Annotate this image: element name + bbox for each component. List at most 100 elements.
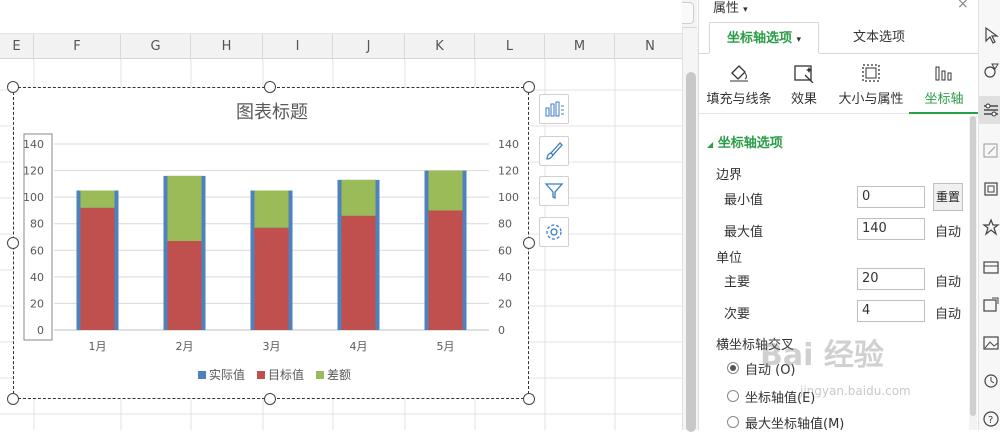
fill-bucket-icon (730, 65, 748, 82)
bar-difference[interactable] (341, 179, 376, 216)
resize-handle[interactable] (7, 81, 19, 93)
tab-text-options[interactable]: 文本选项 (824, 22, 934, 54)
max-value-input[interactable]: 140 (857, 218, 925, 240)
column-header[interactable]: K (405, 34, 475, 60)
resize-handle[interactable] (523, 81, 535, 93)
resize-handle[interactable] (523, 237, 535, 249)
help-icon[interactable]: ? (982, 410, 1000, 428)
major-auto-button[interactable]: 自动 (935, 271, 961, 290)
column-header[interactable]: L (475, 34, 545, 60)
y-tick-label: 0 (37, 324, 44, 337)
legend-label[interactable]: 目标值 (268, 367, 304, 382)
panel-scrollbar[interactable] (969, 116, 977, 430)
properties-sliders-icon[interactable] (982, 101, 1000, 119)
bounds-label: 边界 (716, 168, 743, 183)
bar-difference[interactable] (167, 175, 202, 241)
resize-handle[interactable] (7, 393, 19, 405)
y2-tick-label: 140 (498, 138, 519, 151)
axis-bars-icon (935, 66, 952, 81)
chart-settings-gear-icon[interactable] (539, 217, 569, 247)
x-tick-label: 3月 (263, 340, 281, 353)
minor-unit-input[interactable]: 4 (857, 300, 925, 322)
radio-max-axis-value[interactable] (727, 416, 739, 428)
spreadsheet-area[interactable]: E F G H I J K L M N 图表标题 0 0 20 20 40 40 60 60 (0, 0, 682, 430)
panel-scrollbar-thumb[interactable] (970, 116, 976, 416)
major-unit-input[interactable]: 20 (857, 268, 925, 290)
column-header[interactable]: I (263, 34, 333, 60)
image-icon[interactable] (982, 334, 1000, 352)
shapes-icon[interactable] (982, 62, 1000, 80)
box-icon[interactable] (982, 258, 1000, 276)
section-title: 坐标轴选项 (717, 136, 783, 151)
bar-target[interactable] (254, 227, 289, 330)
edit-icon[interactable] (982, 142, 1000, 160)
chart-style-brush-icon[interactable] (539, 136, 569, 166)
legend-label[interactable]: 实际值 (209, 367, 245, 382)
size-properties-icon (862, 64, 880, 82)
share-icon[interactable] (982, 296, 1000, 314)
min-label: 最小值 (724, 193, 764, 208)
major-label: 主要 (724, 275, 751, 290)
subtab-effects[interactable]: 效果 (769, 60, 839, 107)
y2-tick-label: 100 (498, 191, 519, 204)
chevron-down-icon: ▾ (796, 35, 802, 45)
column-header[interactable]: J (333, 34, 405, 60)
vertical-scrollbar[interactable] (682, 28, 698, 432)
min-value-input[interactable]: 0 (857, 186, 925, 208)
bar-target[interactable] (80, 207, 115, 330)
chart-container[interactable]: 图表标题 0 0 20 20 40 40 60 60 80 80 100 100 120 120 140 14… (13, 87, 529, 399)
minor-auto-button[interactable]: 自动 (935, 303, 961, 322)
subtab-label: 坐标轴 (924, 92, 964, 107)
bar-difference[interactable] (428, 170, 463, 211)
bar-difference[interactable] (254, 190, 289, 228)
history-icon[interactable] (982, 372, 1000, 390)
star-icon[interactable] (982, 218, 1000, 236)
units-label: 单位 (716, 251, 743, 266)
gallery-icon[interactable] (982, 180, 1000, 198)
resize-handle[interactable] (7, 237, 19, 249)
column-header[interactable]: M (545, 34, 615, 60)
column-header[interactable]: N (615, 34, 682, 60)
subtab-size-properties[interactable]: 大小与属性 (836, 60, 906, 107)
y2-tick-label: 0 (498, 324, 505, 337)
subtab-label: 大小与属性 (838, 92, 904, 107)
bar-difference[interactable] (80, 190, 115, 208)
scrollbar-thumb[interactable] (686, 72, 696, 432)
radio-auto[interactable] (727, 362, 739, 374)
bar-target[interactable] (167, 240, 202, 330)
bar-target[interactable] (341, 215, 376, 330)
cursor-select-icon[interactable] (982, 26, 1000, 44)
x-tick-label: 4月 (350, 340, 368, 353)
effects-icon (794, 65, 814, 83)
column-header[interactable]: G (121, 34, 191, 60)
subtab-bar: 填充与线条 效果 大小与属性 坐标轴 (699, 56, 979, 114)
reset-button[interactable]: 重置 (933, 183, 963, 211)
close-icon[interactable]: × (957, 0, 969, 12)
panel-title[interactable]: 属性 ▾ (713, 0, 748, 16)
subtab-fill-line[interactable]: 填充与线条 (704, 60, 774, 107)
bar-target[interactable] (428, 210, 463, 330)
resize-handle[interactable] (264, 393, 276, 405)
panel-header: 属性 ▾ × (699, 0, 979, 16)
resize-handle[interactable] (264, 81, 276, 93)
collapse-caret-icon: ◢ (707, 140, 714, 149)
radio-axis-value[interactable] (727, 390, 739, 402)
chevron-down-icon: ▾ (743, 5, 748, 15)
resize-handle[interactable] (523, 393, 535, 405)
column-header[interactable]: H (191, 34, 263, 60)
chart-filter-icon[interactable] (539, 176, 569, 206)
column-header-row: E F G H I J K L M N (0, 33, 682, 60)
column-header[interactable]: E (0, 34, 34, 60)
max-auto-button[interactable]: 自动 (935, 221, 961, 240)
chart-elements-icon[interactable] (539, 94, 569, 124)
y-tick-label: 40 (30, 271, 44, 284)
chart-plot[interactable]: 0 0 20 20 40 40 60 60 80 80 100 100 120 120 140 140 1月 2月… (14, 88, 530, 400)
legend-label[interactable]: 差额 (327, 368, 351, 382)
y-tick-label: 120 (23, 165, 44, 178)
watermark-url: jingyan.baidu.com (800, 384, 911, 398)
section-header-axis-options[interactable]: ◢ 坐标轴选项 (707, 132, 783, 151)
subtab-label: 填充与线条 (706, 92, 772, 107)
column-header[interactable]: F (34, 34, 121, 60)
tab-axis-options[interactable]: 坐标轴选项 ▾ (709, 22, 819, 54)
subtab-axis[interactable]: 坐标轴 (909, 60, 979, 114)
